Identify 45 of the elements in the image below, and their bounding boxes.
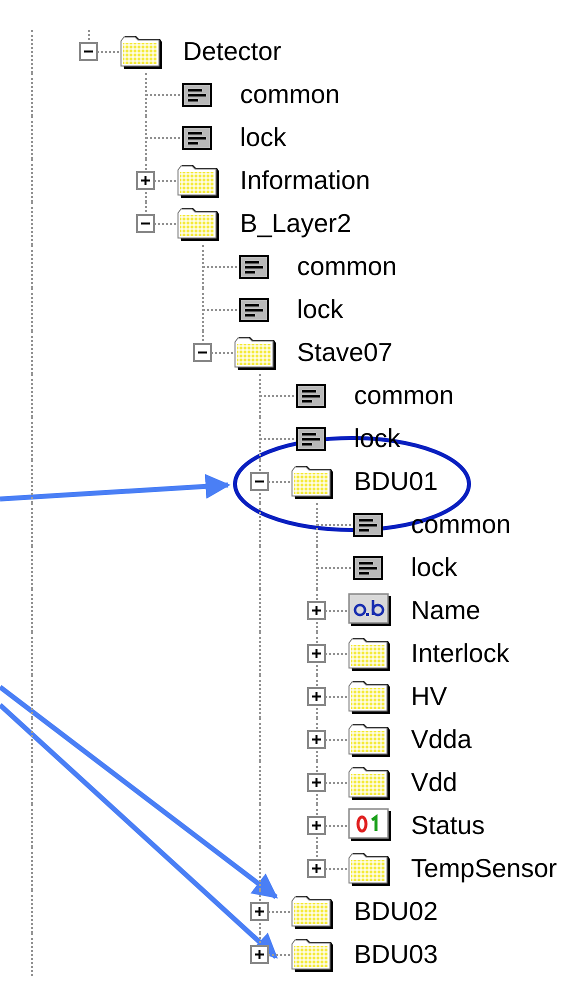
tree-item-label[interactable]: Vdda: [411, 724, 472, 755]
expand-button[interactable]: [307, 859, 326, 878]
document-icon: [239, 298, 269, 322]
expand-button[interactable]: [307, 601, 326, 620]
expand-button[interactable]: [307, 687, 326, 706]
tree-item-label[interactable]: lock: [411, 552, 458, 583]
tree-item-label[interactable]: B_Layer2: [240, 208, 352, 239]
tree-item-label[interactable]: Vdd: [411, 767, 458, 798]
document-icon: [296, 384, 326, 408]
expand-button[interactable]: [250, 902, 269, 921]
document-icon: [296, 426, 326, 450]
tree-item-label[interactable]: common: [354, 380, 454, 411]
expand-button[interactable]: [307, 730, 326, 749]
tree-item-label[interactable]: Status: [411, 810, 485, 841]
collapse-button[interactable]: [79, 42, 98, 61]
tree-item-label[interactable]: common: [297, 251, 397, 282]
tree-item-label[interactable]: HV: [411, 681, 448, 712]
tree-item-label[interactable]: common: [240, 79, 340, 110]
collapse-button[interactable]: [250, 472, 269, 491]
expand-button[interactable]: [307, 773, 326, 792]
collapse-button[interactable]: [193, 343, 212, 362]
tree-item-label[interactable]: common: [411, 509, 511, 540]
text-field-icon: [348, 593, 392, 628]
binary-value-icon: [348, 808, 392, 843]
expand-button[interactable]: [307, 644, 326, 663]
tree-item-label[interactable]: TempSensor: [411, 853, 557, 884]
tree-item-label[interactable]: BDU03: [354, 939, 438, 970]
document-icon: [182, 126, 212, 150]
tree-item-label[interactable]: BDU02: [354, 896, 438, 927]
tree-item-label[interactable]: BDU01: [354, 466, 438, 497]
expand-button[interactable]: [250, 945, 269, 964]
tree-item-label[interactable]: Detector: [183, 36, 282, 67]
document-icon: [353, 556, 383, 580]
tree-item-label[interactable]: Stave07: [297, 337, 392, 368]
document-icon: [353, 512, 383, 536]
expand-button[interactable]: [136, 171, 155, 190]
collapse-button[interactable]: [136, 214, 155, 233]
tree-item-label[interactable]: Name: [411, 595, 480, 626]
tree-item-label[interactable]: lock: [240, 122, 286, 153]
document-icon: [182, 82, 212, 106]
tree-item-label[interactable]: Interlock: [411, 638, 510, 669]
tree-item-label[interactable]: Information: [240, 165, 370, 196]
tree-item-label[interactable]: lock: [297, 294, 344, 325]
expand-button[interactable]: [307, 816, 326, 835]
document-icon: [239, 254, 269, 278]
